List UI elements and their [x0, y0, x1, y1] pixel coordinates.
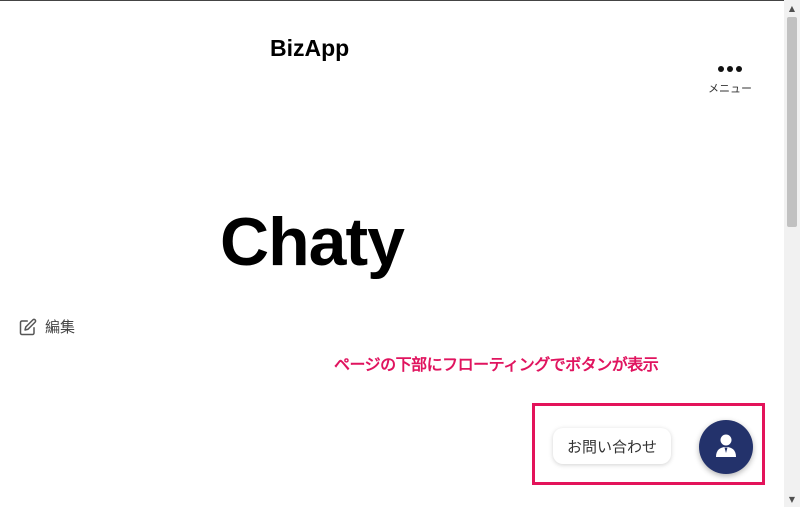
- scroll-down-arrow-icon[interactable]: ▼: [784, 491, 800, 507]
- menu-button[interactable]: メニュー: [702, 60, 758, 104]
- menu-label: メニュー: [708, 82, 752, 95]
- edit-label: 編集: [45, 318, 76, 336]
- site-title[interactable]: BizApp: [270, 35, 349, 62]
- person-icon: [714, 432, 738, 462]
- pencil-square-icon: [19, 318, 37, 336]
- vertical-scrollbar[interactable]: ▲ ▼: [784, 0, 800, 507]
- contact-label[interactable]: お問い合わせ: [553, 428, 672, 464]
- page-title: Chaty: [220, 204, 405, 280]
- scroll-thumb[interactable]: [787, 17, 797, 227]
- more-horizontal-icon: [718, 66, 742, 72]
- contact-floating-button[interactable]: [699, 420, 753, 474]
- edit-link[interactable]: 編集: [19, 316, 75, 337]
- annotation-text: ページの下部にフローティングでボタンが表示: [334, 355, 659, 374]
- top-border: [0, 0, 784, 1]
- scroll-up-arrow-icon[interactable]: ▲: [784, 0, 800, 16]
